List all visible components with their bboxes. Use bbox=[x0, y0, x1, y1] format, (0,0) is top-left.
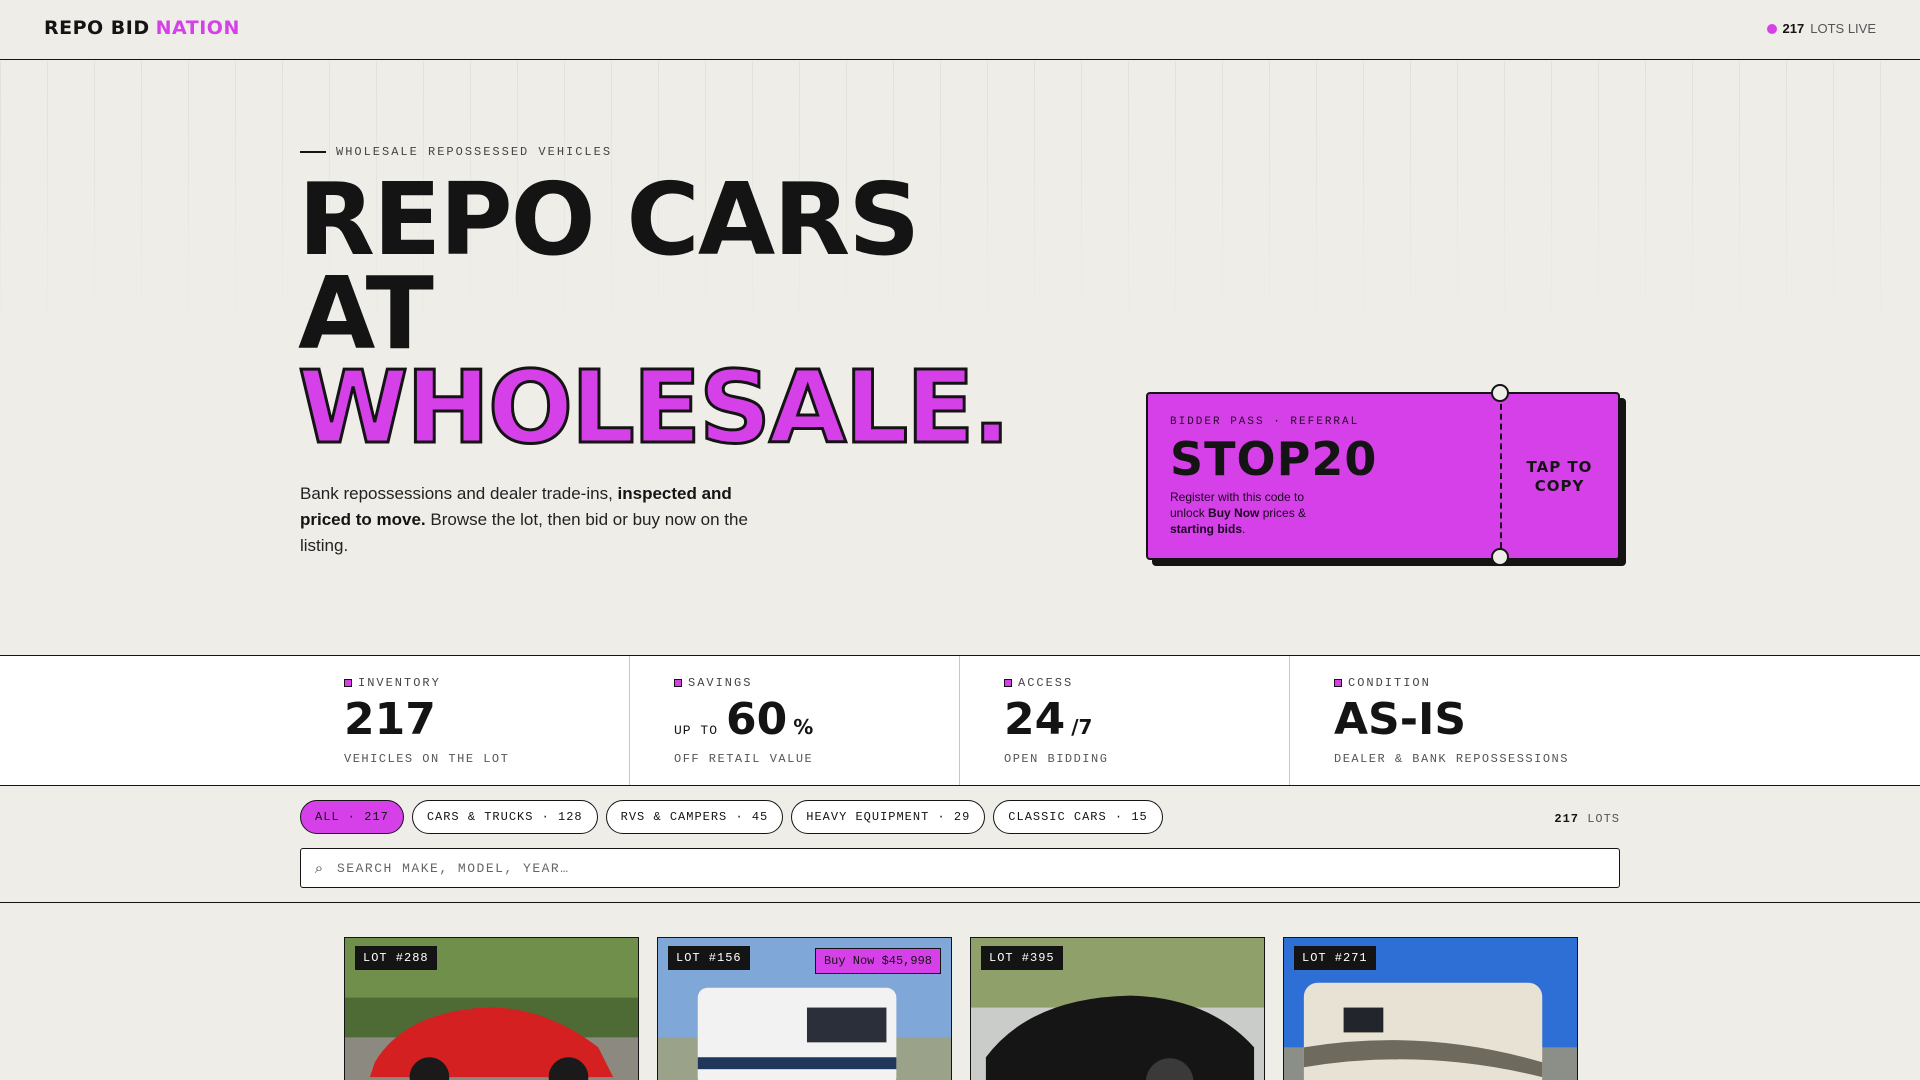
category-chips: ALL · 217 CARS & TRUCKS · 128 RVS & CAMP… bbox=[300, 800, 1163, 834]
logo-main: REPO BID bbox=[44, 17, 150, 39]
chip-all[interactable]: ALL · 217 bbox=[300, 800, 404, 834]
pass-desc-bold-2: starting bids bbox=[1170, 522, 1243, 536]
stat-suffix: /7 bbox=[1071, 715, 1093, 739]
listing-card[interactable]: LOT #271 bbox=[1283, 937, 1578, 1080]
pass-perforation bbox=[1500, 394, 1502, 558]
chip-cars-trucks[interactable]: CARS & TRUCKS · 128 bbox=[411, 800, 598, 834]
pass-desc-bold-1: Buy Now bbox=[1208, 506, 1260, 520]
stat-label: SAVINGS bbox=[674, 676, 752, 690]
filter-bar: ALL · 217 CARS & TRUCKS · 128 RVS & CAMP… bbox=[0, 787, 1920, 903]
lot-tag: LOT #395 bbox=[981, 946, 1063, 970]
stat-number: 217 bbox=[344, 694, 436, 745]
search-icon: ⌕ bbox=[314, 859, 324, 877]
headline-line-2: AT bbox=[298, 255, 434, 372]
lede-part-1: Bank repossessions and dealer trade-ins, bbox=[300, 484, 618, 503]
stat-value: UP TO 60% bbox=[674, 694, 813, 745]
logo[interactable]: REPO BID NATION bbox=[44, 17, 240, 39]
pass-desc-part-3: . bbox=[1242, 522, 1246, 536]
eyebrow-text: WHOLESALE REPOSSESSED VEHICLES bbox=[336, 145, 613, 159]
square-bullet-icon bbox=[1334, 679, 1342, 687]
stat-inventory: INVENTORY 217 VEHICLES ON THE LOT bbox=[344, 656, 630, 785]
pass-notch-bottom bbox=[1491, 548, 1509, 566]
listing-card[interactable]: LOT #156 Buy Now $45,998 bbox=[657, 937, 952, 1080]
stat-condition: CONDITION AS-IS DEALER & BANK REPOSSESSI… bbox=[1289, 656, 1669, 785]
pass-kicker: BIDDER PASS · REFERRAL bbox=[1170, 416, 1360, 428]
stats-strip: INVENTORY 217 VEHICLES ON THE LOT SAVING… bbox=[0, 655, 1920, 786]
lot-tag: LOT #271 bbox=[1294, 946, 1376, 970]
stat-label-text: CONDITION bbox=[1348, 676, 1431, 690]
headline-line-1: REPO CARS bbox=[298, 161, 920, 278]
stat-value: AS-IS bbox=[1334, 694, 1466, 745]
stat-number: 24 bbox=[1004, 694, 1066, 745]
stat-value: 24/7 bbox=[1004, 694, 1092, 745]
pass-desc-part-2: prices & bbox=[1259, 506, 1307, 520]
eyebrow-rule bbox=[300, 151, 326, 153]
pass-description: Register with this code to unlock Buy No… bbox=[1170, 489, 1340, 537]
stat-value: 217 bbox=[344, 694, 436, 745]
stat-access: ACCESS 24/7 OPEN BIDDING bbox=[959, 656, 1289, 785]
square-bullet-icon bbox=[1004, 679, 1012, 687]
stat-label-text: ACCESS bbox=[1018, 676, 1074, 690]
search-input[interactable] bbox=[337, 849, 1619, 887]
chip-classic-cars[interactable]: CLASSIC CARS · 15 bbox=[993, 800, 1163, 834]
lots-number: 217 bbox=[1554, 812, 1579, 826]
hero-lede: Bank repossessions and dealer trade-ins,… bbox=[300, 481, 770, 559]
stat-sub: DEALER & BANK REPOSSESSIONS bbox=[1334, 752, 1569, 766]
lot-tag: LOT #156 bbox=[668, 946, 750, 970]
stat-label: ACCESS bbox=[1004, 676, 1073, 690]
lot-tag: LOT #288 bbox=[355, 946, 437, 970]
tap-to-copy-button[interactable]: TAP TO COPY bbox=[1503, 458, 1616, 496]
live-label: LOTS LIVE bbox=[1810, 21, 1876, 36]
listing-grid: LOT #288 LOT #156 Buy Now $45,998 LOT #3… bbox=[344, 937, 1578, 1080]
stat-number: 60 bbox=[726, 694, 788, 745]
lots-count: 217 LOTS bbox=[1554, 812, 1620, 826]
logo-accent: NATION bbox=[155, 17, 240, 39]
headline-line-3: WHOLESALE. bbox=[296, 349, 1011, 466]
chip-heavy-equipment[interactable]: HEAVY EQUIPMENT · 29 bbox=[791, 800, 986, 834]
buy-now-badge[interactable]: Buy Now $45,998 bbox=[814, 948, 941, 974]
live-dot-icon bbox=[1766, 23, 1777, 34]
pass-code: STOP20 bbox=[1170, 432, 1378, 486]
stat-savings: SAVINGS UP TO 60% OFF RETAIL VALUE bbox=[629, 656, 959, 785]
hero-headline: REPO CARS AT WHOLESALE. bbox=[296, 161, 1011, 466]
square-bullet-icon bbox=[344, 679, 352, 687]
top-bar: REPO BID NATION 217 LOTS LIVE bbox=[0, 0, 1920, 60]
live-lots-indicator: 217 LOTS LIVE bbox=[1766, 21, 1876, 36]
stat-suffix: % bbox=[793, 715, 814, 739]
stat-sub: VEHICLES ON THE LOT bbox=[344, 752, 510, 766]
stat-sub: OFF RETAIL VALUE bbox=[674, 752, 814, 766]
stat-number: AS-IS bbox=[1334, 694, 1467, 745]
stat-label-text: INVENTORY bbox=[358, 676, 441, 690]
pass-notch-top bbox=[1491, 384, 1509, 402]
live-count: 217 bbox=[1782, 21, 1805, 36]
stat-sub: OPEN BIDDING bbox=[1004, 752, 1109, 766]
stat-prefix: UP TO bbox=[674, 723, 719, 738]
hero-section: WHOLESALE REPOSSESSED VEHICLES REPO CARS… bbox=[0, 61, 1920, 655]
stat-label-text: SAVINGS bbox=[688, 676, 753, 690]
stat-label: CONDITION bbox=[1334, 676, 1431, 690]
listing-card[interactable]: LOT #395 bbox=[970, 937, 1265, 1080]
search-box[interactable]: ⌕ bbox=[300, 848, 1620, 888]
listing-card[interactable]: LOT #288 bbox=[344, 937, 639, 1080]
hero-eyebrow: WHOLESALE REPOSSESSED VEHICLES bbox=[300, 145, 612, 159]
chip-rvs-campers[interactable]: RVS & CAMPERS · 45 bbox=[605, 800, 784, 834]
lots-label: LOTS bbox=[1587, 812, 1620, 826]
stat-label: INVENTORY bbox=[344, 676, 441, 690]
square-bullet-icon bbox=[674, 679, 682, 687]
bidder-pass-ticket[interactable]: BIDDER PASS · REFERRAL STOP20 Register w… bbox=[1146, 384, 1620, 566]
